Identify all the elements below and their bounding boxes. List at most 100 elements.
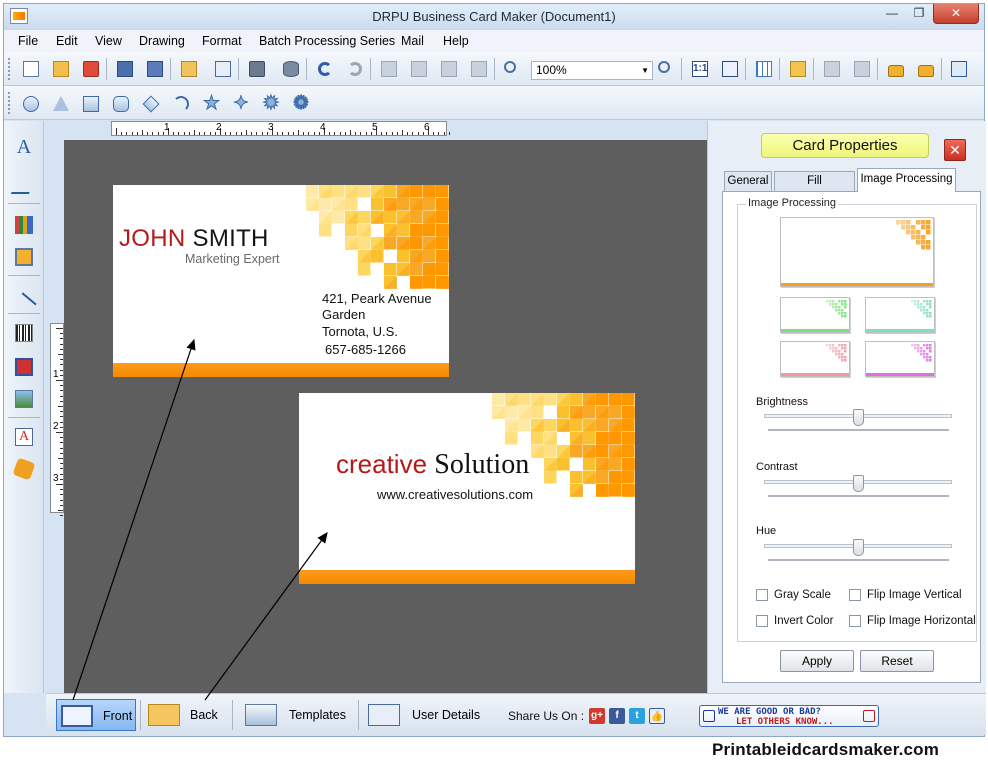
arc-tool[interactable]	[171, 94, 191, 114]
menu-help[interactable]: Help	[443, 34, 469, 48]
picture-tool[interactable]	[12, 387, 36, 411]
menu-file[interactable]: File	[18, 34, 38, 48]
maximize-button[interactable]: ❐	[906, 4, 932, 24]
invert-color-checkbox[interactable]	[756, 615, 768, 627]
image-preview-teal[interactable]	[865, 297, 935, 333]
save-button[interactable]	[114, 58, 136, 80]
grid-button[interactable]	[753, 58, 775, 80]
image-preview-green[interactable]	[780, 297, 850, 333]
card-company-name[interactable]: creative Solution	[336, 449, 529, 481]
triangle-tool[interactable]	[51, 94, 71, 114]
cloud-tool[interactable]: ✺	[291, 94, 311, 114]
zoom-in-button[interactable]	[501, 58, 523, 80]
close-doc-button[interactable]	[80, 58, 102, 80]
reset-button[interactable]: Reset	[860, 650, 934, 672]
burst-tool[interactable]: ✹	[261, 94, 281, 114]
card-job-title[interactable]: Marketing Expert	[185, 252, 279, 266]
tab-fill-background[interactable]: Fill Background	[774, 171, 855, 205]
like-icon[interactable]: 👍	[649, 708, 665, 724]
image-tool[interactable]	[12, 245, 36, 269]
signature-tool[interactable]	[12, 457, 36, 481]
diamond-tool[interactable]	[141, 94, 161, 114]
undo-button[interactable]	[314, 58, 336, 80]
library-tool[interactable]	[12, 213, 36, 237]
toolbar-grip[interactable]	[8, 58, 12, 80]
card-back[interactable]: creative Solution www.creativesolutions.…	[299, 393, 635, 584]
image-preview-magenta[interactable]	[865, 341, 935, 377]
image-preview-pink[interactable]	[780, 341, 850, 377]
redo-button[interactable]	[344, 58, 366, 80]
gray-scale-checkbox[interactable]	[756, 589, 768, 601]
export-pdf-button[interactable]	[212, 58, 234, 80]
tab-general[interactable]: General	[724, 171, 772, 191]
contrast-slider-thumb[interactable]	[853, 475, 864, 492]
mosaic-tile	[622, 445, 635, 458]
card-address-line1[interactable]: 421, Peark Avenue	[322, 291, 432, 306]
templates-button[interactable]: Templates	[241, 699, 351, 731]
flip-horizontal-checkbox[interactable]	[849, 615, 861, 627]
user-details-button[interactable]: User Details	[364, 699, 484, 731]
star-tool[interactable]: ★	[201, 94, 221, 114]
feedback-banner[interactable]: WE ARE GOOD OR BAD? LET OTHERS KNOW...	[699, 705, 879, 727]
facebook-icon[interactable]: f	[609, 708, 625, 724]
actual-size-button[interactable]: 1:1	[689, 58, 711, 80]
text-tool[interactable]: A	[12, 135, 36, 159]
barcode-tool[interactable]	[12, 321, 36, 345]
watermark-tool[interactable]: A	[12, 425, 36, 449]
menu-drawing[interactable]: Drawing	[139, 34, 185, 48]
copy-button[interactable]	[378, 58, 400, 80]
twitter-icon[interactable]: t	[629, 708, 645, 724]
rounded-rectangle-tool[interactable]	[111, 94, 131, 114]
delete-button[interactable]	[468, 58, 490, 80]
minimize-button[interactable]: —	[879, 4, 905, 24]
front-side-button[interactable]: Front	[56, 699, 136, 731]
image-preview-original[interactable]	[780, 217, 934, 287]
card-address-line3[interactable]: Tornota, U.S.	[322, 324, 398, 339]
menu-mail[interactable]: Mail	[401, 34, 424, 48]
card-front-name[interactable]: JOHN SMITH	[119, 225, 269, 253]
card-website[interactable]: www.creativesolutions.com	[377, 487, 533, 502]
bring-front-button[interactable]	[821, 58, 843, 80]
copy-design-tool[interactable]	[12, 355, 36, 379]
view-button[interactable]	[948, 58, 970, 80]
open-button[interactable]	[50, 58, 72, 80]
chevron-down-icon[interactable]: ▼	[641, 62, 649, 79]
database-button[interactable]	[280, 58, 302, 80]
hue-slider-thumb[interactable]	[853, 539, 864, 556]
close-window-button[interactable]: ✕	[933, 4, 979, 24]
paste-button[interactable]	[438, 58, 460, 80]
lock-button[interactable]	[885, 58, 907, 80]
card-phone[interactable]: 657-685-1266	[325, 342, 406, 357]
print-button[interactable]	[246, 58, 268, 80]
panel-close-button[interactable]: ✕	[944, 139, 966, 161]
menu-batch-processing[interactable]: Batch Processing Series	[259, 34, 395, 48]
pen-tool[interactable]	[10, 173, 38, 197]
brightness-slider-thumb[interactable]	[853, 409, 864, 426]
fit-window-button[interactable]	[719, 58, 741, 80]
tab-image-processing[interactable]: Image Processing	[857, 168, 956, 192]
card-front[interactable]: JOHN SMITH Marketing Expert 421, Peark A…	[113, 185, 449, 377]
ellipse-tool[interactable]	[21, 94, 41, 114]
design-canvas[interactable]: JOHN SMITH Marketing Expert 421, Peark A…	[64, 140, 710, 693]
new-button[interactable]	[20, 58, 42, 80]
zoom-select[interactable]: 100% ▼	[531, 61, 653, 80]
menu-edit[interactable]: Edit	[56, 34, 78, 48]
back-side-button[interactable]: Back	[144, 699, 220, 731]
unlock-button[interactable]	[915, 58, 937, 80]
menu-view[interactable]: View	[95, 34, 122, 48]
send-back-button[interactable]	[851, 58, 873, 80]
send-mail-button[interactable]	[787, 58, 809, 80]
export-button[interactable]	[178, 58, 200, 80]
cut-button[interactable]	[408, 58, 430, 80]
google-plus-icon[interactable]: g+	[589, 708, 605, 724]
zoom-out-button[interactable]	[655, 58, 677, 80]
four-point-star-tool[interactable]: ✦	[231, 94, 251, 114]
toolbar-grip[interactable]	[8, 92, 12, 114]
card-address-line2[interactable]: Garden	[322, 307, 365, 322]
save-as-button[interactable]	[144, 58, 166, 80]
flip-vertical-checkbox[interactable]	[849, 589, 861, 601]
apply-button[interactable]: Apply	[780, 650, 854, 672]
rectangle-tool[interactable]	[81, 94, 101, 114]
line-tool[interactable]	[11, 285, 37, 318]
menu-format[interactable]: Format	[202, 34, 242, 48]
